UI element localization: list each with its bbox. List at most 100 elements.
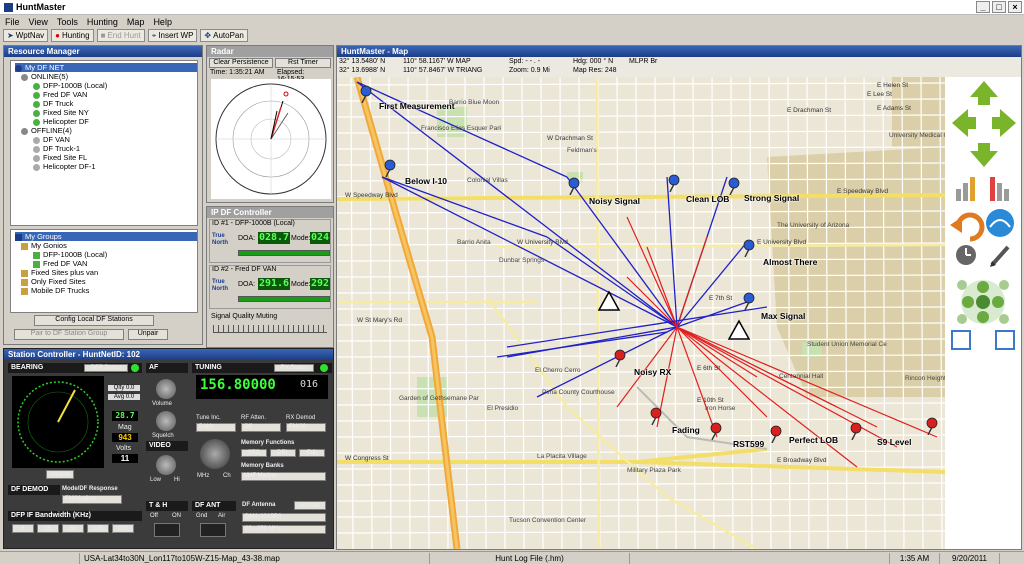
folder-icon [21, 127, 28, 135]
antenna-select[interactable]: DMA-1315R0 [242, 513, 326, 522]
video-knob[interactable] [156, 455, 176, 475]
df-net-station[interactable]: Helicopter DF-1 [15, 162, 197, 171]
groups-tree[interactable]: My Groups My Gonios DFP-1000B (Local) Fred … [10, 229, 198, 313]
band-select[interactable]: 80 - 250 MHz [242, 525, 326, 534]
direction-pad-icon[interactable] [957, 280, 1009, 324]
red-pushpin-icon[interactable] [649, 407, 663, 426]
quality-slider[interactable] [213, 325, 327, 333]
map-canvas[interactable]: First Measurement Below I-10 Noisy Signal C… [337, 77, 945, 549]
zoom-out-icon[interactable] [990, 177, 1009, 201]
edit-button[interactable]: Edit [299, 449, 325, 457]
th-toggle[interactable] [154, 523, 180, 537]
del-button[interactable]: DEL [270, 449, 296, 457]
df-net-station[interactable]: DF Truck [15, 99, 197, 108]
minimize-button[interactable]: _ [976, 1, 990, 13]
menu-file[interactable]: File [5, 17, 20, 27]
expand-view-icon[interactable] [995, 330, 1015, 350]
wptnav-button[interactable]: ➤ WptNav [3, 29, 49, 42]
rx-status-button[interactable]: RX Status [274, 364, 314, 372]
group-item[interactable]: Fred DF VAN [15, 259, 197, 268]
df-net-tree-root[interactable]: My DF NET [15, 63, 197, 72]
blue-pushpin-icon[interactable] [742, 239, 756, 258]
group-item[interactable]: My Groups [15, 232, 197, 241]
mode-response-select[interactable]: FM/Medium [62, 495, 122, 504]
fit-view-icon[interactable] [951, 330, 971, 350]
globe-icon[interactable] [986, 209, 1014, 237]
rf-atten-select[interactable]: Off [241, 423, 281, 432]
rx-demod-select[interactable]: FM/30 [286, 423, 326, 432]
unpair-button[interactable]: Unpair [128, 329, 168, 340]
red-pushpin-icon[interactable] [709, 422, 723, 441]
group-item[interactable]: My Gonios [15, 241, 197, 250]
df-net-tree[interactable]: My DF NET ONLINE(5) DFP-1000B (Local) Fred … [10, 60, 198, 226]
zoom-in-icon[interactable] [956, 177, 975, 201]
tune-knob[interactable] [200, 439, 230, 469]
antchk-button[interactable]: AntChk [294, 501, 326, 510]
bandwidth-15-button[interactable]: 15 [37, 524, 59, 533]
waypoint-label: Noisy RX [634, 367, 672, 377]
maximize-button[interactable]: □ [992, 1, 1006, 13]
blue-pushpin-icon[interactable] [742, 292, 756, 311]
bandwidth-6-button[interactable]: 6 [12, 524, 34, 533]
df-net-online-group[interactable]: ONLINE(5) [15, 72, 197, 81]
bandwidth-100-button[interactable]: 100 [87, 524, 109, 533]
pan-right-icon[interactable] [992, 109, 1016, 137]
df-net-station[interactable]: Fixed Site FL [15, 153, 197, 162]
map-file-status: USA-Lat34to30N_Lon117to105W-Z15-Map_43-3… [80, 552, 430, 564]
sto-button[interactable]: STO [241, 449, 267, 457]
group-item[interactable]: Mobile DF Trucks [15, 286, 197, 295]
clock-icon[interactable] [956, 245, 976, 265]
menu-map[interactable]: Map [127, 17, 145, 27]
hunting-button[interactable]: ● Hunting [51, 29, 94, 42]
menu-tools[interactable]: Tools [57, 17, 78, 27]
pencil-icon[interactable] [990, 245, 1010, 267]
config-stations-button[interactable]: Config Local DF Stations [34, 315, 154, 326]
tune-inc-select[interactable]: 5 kHz [196, 423, 236, 432]
df-net-station[interactable]: DF VAN [15, 135, 197, 144]
blue-pushpin-icon[interactable] [383, 159, 397, 178]
menu-hunting[interactable]: Hunting [87, 17, 118, 27]
pair-button[interactable]: Pair to DF Station Group [14, 329, 124, 340]
group-item[interactable]: DFP-1000B (Local) [15, 250, 197, 259]
group-item[interactable]: Fixed Sites plus van [15, 268, 197, 277]
close-button[interactable]: × [1008, 1, 1022, 13]
pan-up-icon[interactable] [970, 81, 998, 105]
clear-persistence-button[interactable]: Clear Persistence [209, 58, 273, 68]
blue-pushpin-icon[interactable] [359, 85, 373, 104]
pan-down-icon[interactable] [970, 143, 998, 167]
bandwidth-200-button[interactable]: 200 [112, 524, 134, 533]
autopan-button[interactable]: ✥ AutoPan [200, 29, 248, 42]
df-net-station[interactable]: Helicopter DF [15, 117, 197, 126]
blue-pushpin-icon[interactable] [667, 174, 681, 193]
bandwidth-50-button[interactable]: 50 [62, 524, 84, 533]
df-antenna-label: DF Antenna [242, 502, 276, 508]
df-net-station[interactable]: Fred DF VAN [15, 90, 197, 99]
insert-wp-button[interactable]: ⌖ Insert WP [147, 29, 198, 42]
menu-help[interactable]: Help [153, 17, 172, 27]
dfp-status-button[interactable]: DFP Status [84, 364, 128, 372]
map-svg[interactable] [337, 77, 945, 549]
reset-timer-button[interactable]: Rst Timer [275, 58, 331, 68]
red-pushpin-icon[interactable] [925, 417, 939, 436]
memory-bank-select[interactable]: VHF Marine [241, 472, 326, 481]
blue-pushpin-icon[interactable] [567, 177, 581, 196]
place-label: Rincon Heights [905, 375, 945, 382]
pan-left-icon[interactable] [952, 109, 976, 137]
df-net-station[interactable]: DF Truck-1 [15, 144, 197, 153]
group-item[interactable]: Only Fixed Sites [15, 277, 197, 286]
df-net-offline-group[interactable]: OFFLINE(4) [15, 126, 197, 135]
blue-pushpin-icon[interactable] [727, 177, 741, 196]
status-time: 1:35 AM [890, 552, 940, 564]
ant-toggle[interactable] [200, 523, 226, 537]
red-pushpin-icon[interactable] [613, 349, 627, 368]
red-pushpin-icon[interactable] [769, 425, 783, 444]
squelch-knob[interactable] [156, 411, 176, 431]
disable-button[interactable]: Disable [46, 470, 74, 479]
df-net-station[interactable]: Fixed Site NY [15, 108, 197, 117]
volume-knob[interactable] [156, 379, 176, 399]
df-net-station[interactable]: DFP-1000B (Local) [15, 81, 197, 90]
menu-view[interactable]: View [29, 17, 48, 27]
red-pushpin-icon[interactable] [849, 422, 863, 441]
undo-icon[interactable] [950, 212, 985, 242]
end-hunt-button[interactable]: ■ End Hunt [96, 29, 145, 42]
